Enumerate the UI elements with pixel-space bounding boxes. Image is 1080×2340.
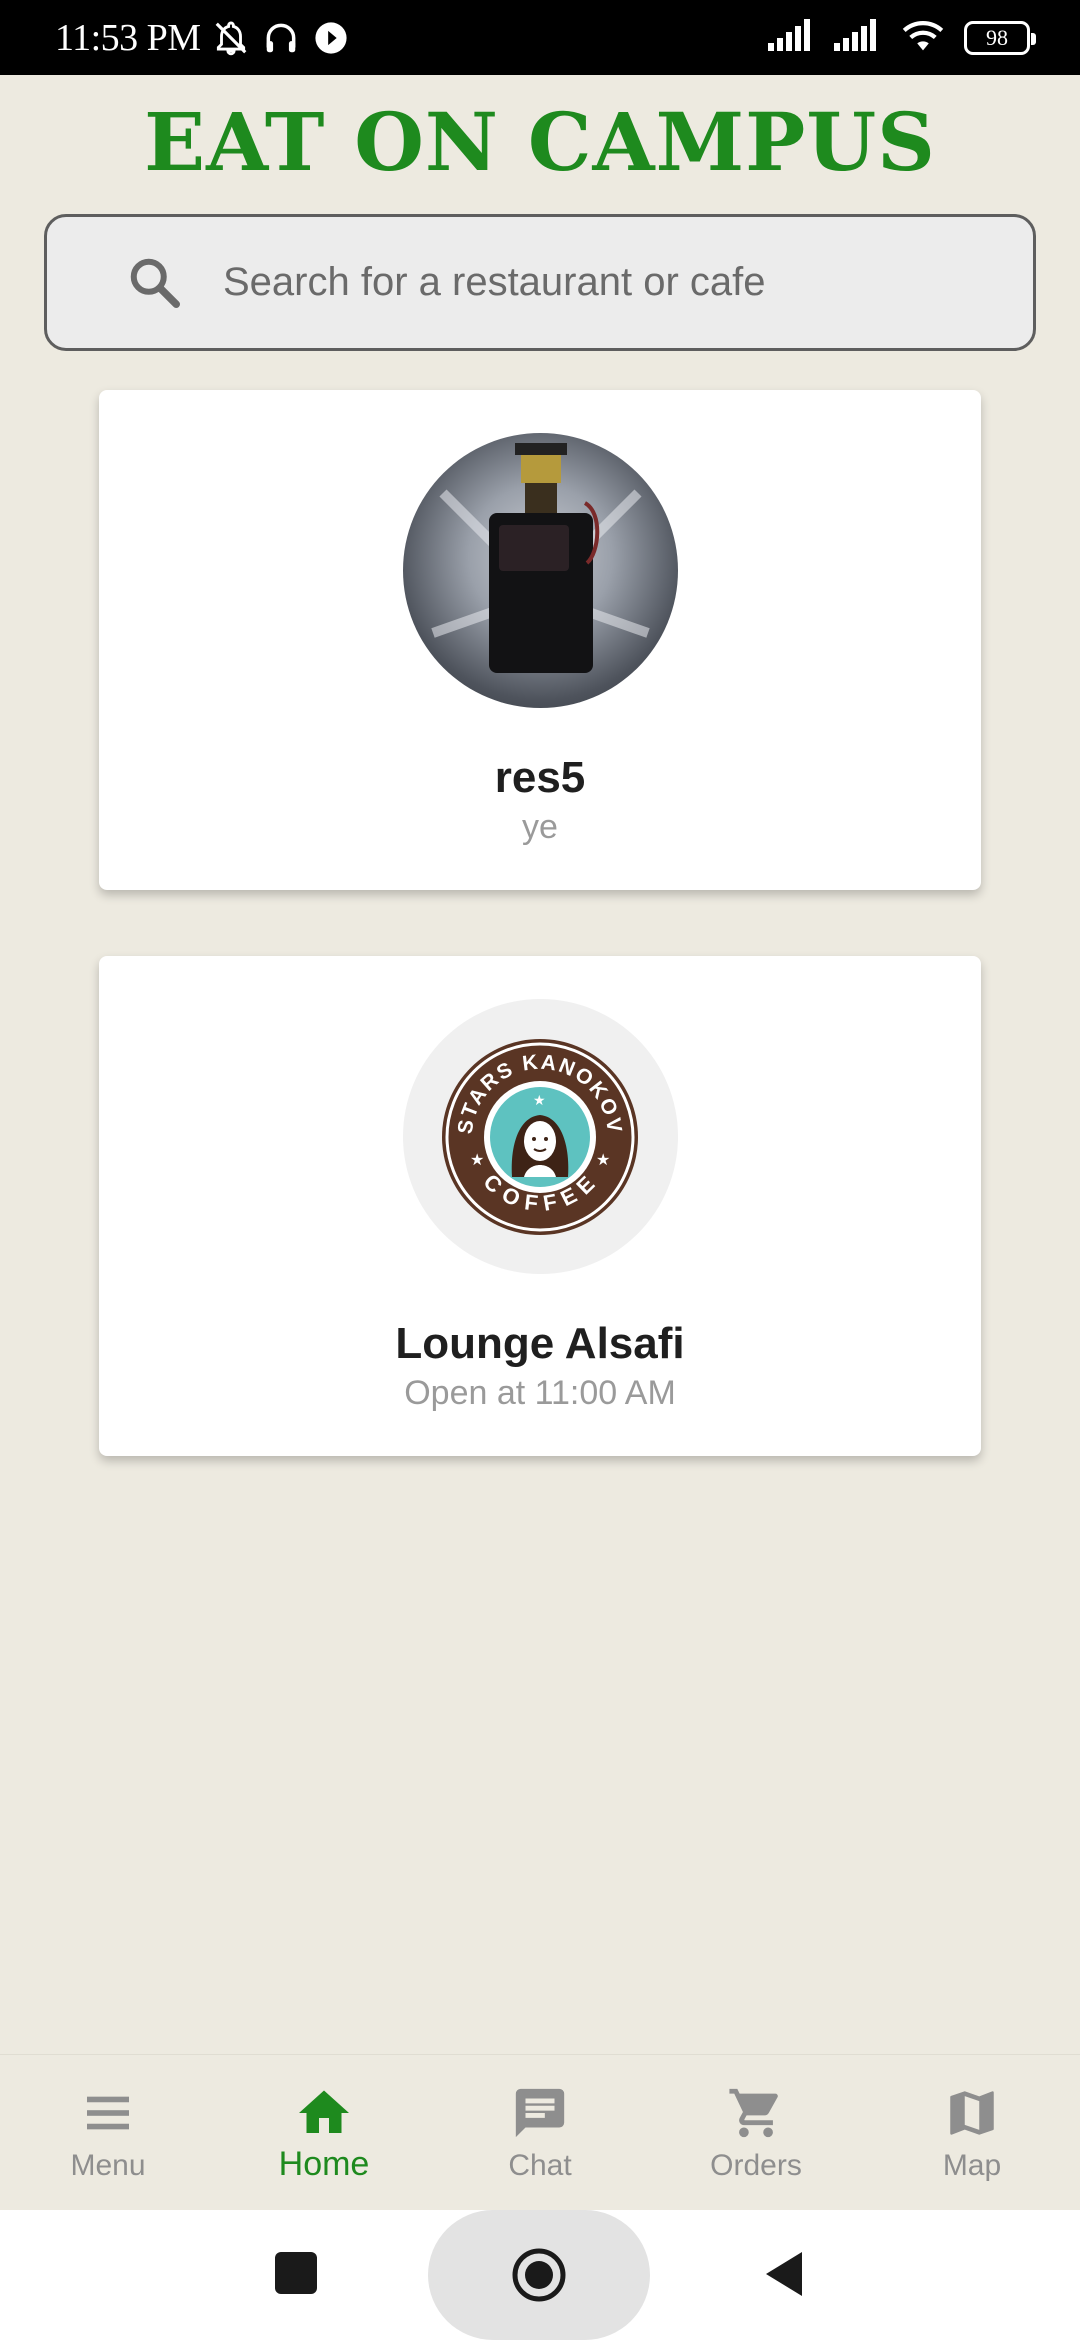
nav-item-orders[interactable]: Orders: [648, 2055, 864, 2210]
chat-icon: [510, 2083, 570, 2143]
bottom-nav: Menu Home Chat Orders Map: [0, 2054, 1080, 2210]
nav-label-menu: Menu: [70, 2149, 146, 2182]
nav-label-orders: Orders: [710, 2149, 802, 2182]
back-triangle-icon: [766, 2252, 802, 2296]
svg-text:★: ★: [533, 1092, 546, 1108]
home-circle-icon: [512, 2248, 566, 2302]
restaurant-name: Lounge Alsafi: [395, 1319, 685, 1368]
restaurant-card[interactable]: res5 ye: [99, 390, 981, 890]
system-nav-bar: [0, 2210, 1080, 2340]
signal-icon: [768, 19, 816, 56]
home-button[interactable]: [428, 2210, 650, 2340]
restaurant-image: [402, 433, 678, 708]
battery-icon: 98: [964, 20, 1036, 55]
status-time: 11:53 PM: [55, 16, 201, 59]
nav-label-map: Map: [942, 2149, 1002, 2182]
search-icon: [125, 253, 185, 313]
svg-text:★: ★: [470, 1152, 484, 1169]
restaurant-status: Open at 11:00 AM: [404, 1374, 676, 1412]
page-title: EAT ON CAMPUS: [144, 95, 936, 189]
cart-icon: [726, 2083, 786, 2143]
nav-label-home: Home: [278, 2145, 370, 2183]
nav-label-chat: Chat: [508, 2149, 572, 2182]
restaurant-card[interactable]: STARS KANOKOV COFFEE ★ ★ ★ Lounge Alsafi…: [99, 956, 981, 1456]
restaurant-name: res5: [494, 753, 586, 802]
restaurant-logo: STARS KANOKOV COFFEE ★ ★ ★: [402, 999, 678, 1274]
play-icon: [311, 18, 351, 58]
nav-item-menu[interactable]: Menu: [0, 2055, 216, 2210]
bell-muted-icon: [211, 18, 251, 58]
menu-icon: [78, 2083, 138, 2143]
recent-apps-button[interactable]: [275, 2252, 317, 2294]
back-button[interactable]: [762, 2250, 806, 2298]
nav-item-map[interactable]: Map: [864, 2055, 1080, 2210]
svg-text:★: ★: [596, 1152, 610, 1169]
signal-icon: [834, 19, 882, 56]
status-left: 11:53 PM: [55, 16, 351, 60]
search-bar[interactable]: [44, 214, 1036, 351]
status-bar: 11:53 PM 98: [0, 0, 1080, 75]
status-right: 98: [768, 17, 1036, 58]
search-input[interactable]: [223, 217, 1033, 348]
headphones-icon: [261, 18, 301, 58]
nav-item-chat[interactable]: Chat: [432, 2055, 648, 2210]
wifi-icon: [900, 17, 946, 58]
map-icon: [942, 2083, 1002, 2143]
nav-item-home[interactable]: Home: [216, 2055, 432, 2210]
battery-level: 98: [986, 24, 1008, 50]
restaurant-subtitle: ye: [522, 808, 558, 846]
home-icon: [294, 2083, 354, 2143]
